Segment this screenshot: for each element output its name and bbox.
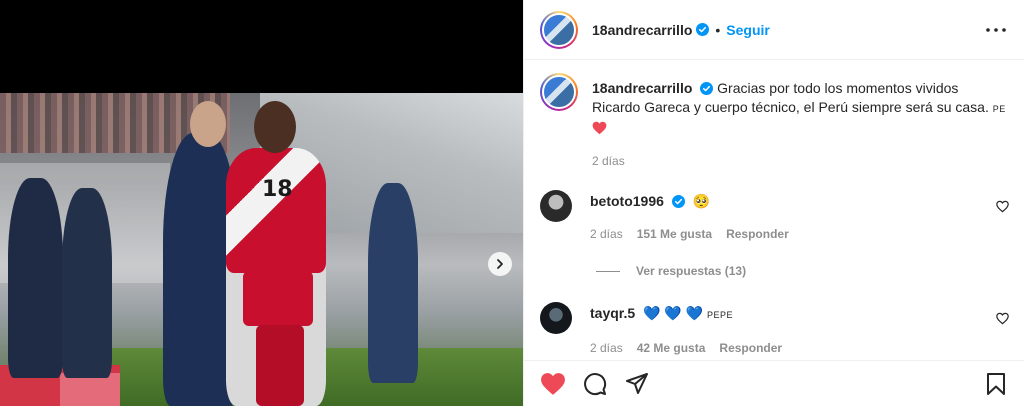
comment-text: 💙 💙 💙 bbox=[643, 305, 704, 321]
post-actions bbox=[524, 360, 1024, 406]
comment-button[interactable] bbox=[582, 371, 608, 397]
author-username[interactable]: 18andrecarrillo bbox=[592, 22, 692, 38]
more-options-icon bbox=[986, 27, 1006, 32]
post-header: 18andrecarrillo • Seguir bbox=[524, 0, 1024, 60]
view-replies-label: Ver respuestas (13) bbox=[636, 264, 747, 278]
like-heart-icon bbox=[541, 372, 565, 395]
staff-figure bbox=[62, 188, 112, 378]
post-photo[interactable]: 18 bbox=[0, 93, 523, 406]
comment-time[interactable]: 2 días bbox=[590, 225, 623, 244]
save-bookmark-icon bbox=[987, 372, 1005, 395]
replies-divider bbox=[596, 270, 620, 272]
caption: 18andrecarrillo Gracias por todo los mom… bbox=[540, 73, 1009, 171]
verified-badge-icon bbox=[671, 195, 685, 208]
reply-button[interactable]: Responder bbox=[719, 339, 782, 358]
share-icon bbox=[626, 372, 648, 394]
separator-dot: • bbox=[715, 21, 721, 38]
more-options-button[interactable] bbox=[984, 18, 1008, 42]
comment-time[interactable]: 2 días bbox=[590, 339, 623, 358]
comment-item: betoto1996 🥺 2 días 151 Me gusta Respond… bbox=[540, 190, 1009, 244]
view-replies-button[interactable]: Ver respuestas (13) bbox=[596, 264, 746, 278]
commenter-avatar[interactable] bbox=[540, 190, 572, 222]
red-heart-emoji-icon bbox=[592, 121, 607, 135]
verified-badge-icon bbox=[696, 23, 710, 36]
post-side-panel: 18andrecarrillo • Seguir 18andrecarrillo… bbox=[523, 0, 1024, 406]
follow-button[interactable]: Seguir bbox=[726, 22, 770, 38]
comment-item: tayqr.5 💙 💙 💙 PEPE 2 días 42 Me gusta Re… bbox=[540, 302, 1009, 358]
comment-icon bbox=[584, 372, 607, 395]
caption-username[interactable]: 18andrecarrillo bbox=[592, 80, 692, 96]
player-legs bbox=[256, 325, 304, 406]
commenter-username[interactable]: betoto1996 bbox=[590, 193, 664, 209]
comment-like-icon[interactable] bbox=[996, 312, 1009, 325]
staff-figure bbox=[368, 183, 418, 383]
comment-like-icon[interactable] bbox=[996, 200, 1009, 213]
jersey-number: 18 bbox=[262, 177, 293, 202]
comment-likes[interactable]: 42 Me gusta bbox=[637, 339, 706, 358]
comment-likes[interactable]: 151 Me gusta bbox=[637, 225, 712, 244]
commenter-avatar[interactable] bbox=[540, 302, 572, 334]
verified-badge-icon bbox=[700, 82, 714, 95]
caption-time[interactable]: 2 días bbox=[592, 152, 625, 171]
comment-tag: PEPE bbox=[707, 310, 734, 320]
like-button[interactable] bbox=[540, 371, 566, 397]
commenter-username[interactable]: tayqr.5 bbox=[590, 305, 635, 321]
save-button[interactable] bbox=[983, 371, 1009, 397]
reply-button[interactable]: Responder bbox=[726, 225, 789, 244]
author-avatar[interactable] bbox=[540, 10, 578, 49]
player-shirt bbox=[226, 148, 326, 273]
next-media-button[interactable] bbox=[488, 252, 512, 276]
share-button[interactable] bbox=[624, 371, 650, 397]
player-head bbox=[254, 101, 296, 153]
caption-tag: PE bbox=[992, 104, 1006, 114]
player-shorts bbox=[243, 271, 313, 326]
staff-figure bbox=[8, 178, 63, 378]
caption-avatar[interactable] bbox=[540, 73, 578, 111]
next-chevron-icon bbox=[497, 259, 503, 269]
coach-head bbox=[190, 101, 226, 147]
comments-list: 18andrecarrillo Gracias por todo los mom… bbox=[524, 61, 1024, 359]
post-media: 18 bbox=[0, 0, 523, 406]
comment-text: 🥺 bbox=[692, 193, 711, 209]
